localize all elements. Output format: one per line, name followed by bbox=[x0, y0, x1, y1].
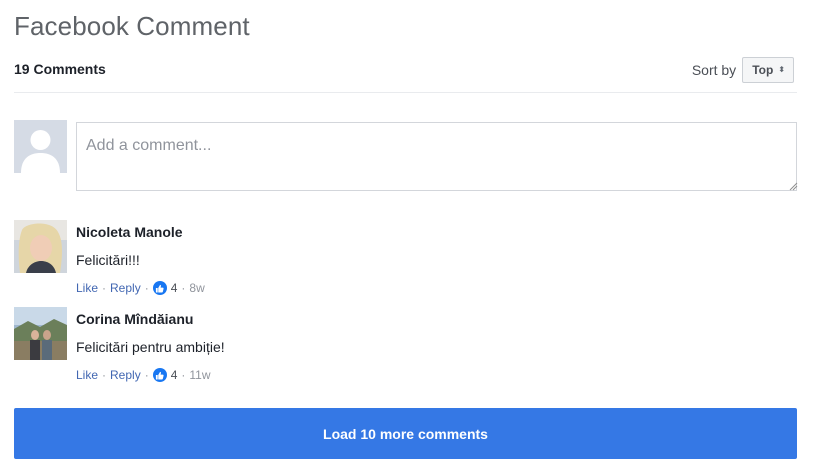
comment-author[interactable]: Nicoleta Manole bbox=[76, 224, 205, 240]
comment-body: Nicoleta Manole Felicitări!!! Like · Rep… bbox=[76, 220, 205, 295]
sort-value: Top bbox=[752, 63, 774, 77]
comment-item: Nicoleta Manole Felicitări!!! Like · Rep… bbox=[14, 220, 797, 300]
reply-link[interactable]: Reply bbox=[110, 368, 141, 382]
comment-actions: Like · Reply · 4 · 8w bbox=[76, 281, 205, 295]
comment-timestamp[interactable]: 8w bbox=[189, 281, 204, 295]
separator-dot: · bbox=[102, 281, 107, 295]
comment-body: Corina Mîndăianu Felicitări pentru ambiț… bbox=[76, 307, 225, 382]
comment-text: Felicitări pentru ambiție! bbox=[76, 339, 225, 355]
like-link[interactable]: Like bbox=[76, 368, 98, 382]
reply-link[interactable]: Reply bbox=[110, 281, 141, 295]
sort-caret-icon: ⬍ bbox=[778, 65, 785, 74]
comment-timestamp[interactable]: 11w bbox=[189, 368, 210, 382]
thumbs-up-icon[interactable] bbox=[152, 368, 167, 382]
default-avatar-icon bbox=[14, 120, 67, 173]
separator-dot: · bbox=[181, 281, 186, 295]
like-count[interactable]: 4 bbox=[171, 368, 178, 382]
comment-actions: Like · Reply · 4 · 11w bbox=[76, 368, 225, 382]
separator-dot: · bbox=[102, 368, 107, 382]
comments-header: 19 Comments Sort by Top ⬍ bbox=[14, 55, 797, 93]
load-more-button[interactable]: Load 10 more comments bbox=[14, 408, 797, 459]
comment-input[interactable]: Add a comment... bbox=[76, 122, 797, 191]
widget-title: Facebook Comment bbox=[14, 11, 250, 41]
sort-select[interactable]: Top ⬍ bbox=[742, 57, 794, 83]
sort-control: Sort by Top ⬍ bbox=[692, 57, 794, 83]
resize-grip-icon[interactable] bbox=[789, 182, 798, 191]
avatar[interactable] bbox=[14, 220, 67, 273]
comment-text: Felicitări!!! bbox=[76, 252, 140, 268]
separator-dot: · bbox=[144, 368, 149, 382]
separator-dot: · bbox=[144, 281, 149, 295]
comment-count: 19 Comments bbox=[14, 61, 106, 77]
comment-author[interactable]: Corina Mîndăianu bbox=[76, 311, 225, 327]
comment-composer: Add a comment... bbox=[14, 120, 798, 192]
sort-label: Sort by bbox=[691, 62, 737, 78]
thumbs-up-icon[interactable] bbox=[152, 281, 167, 295]
like-count[interactable]: 4 bbox=[171, 281, 178, 295]
avatar[interactable] bbox=[14, 307, 67, 360]
like-link[interactable]: Like bbox=[76, 281, 98, 295]
separator-dot: · bbox=[181, 368, 186, 382]
comment-item: Corina Mîndăianu Felicitări pentru ambiț… bbox=[14, 307, 797, 387]
